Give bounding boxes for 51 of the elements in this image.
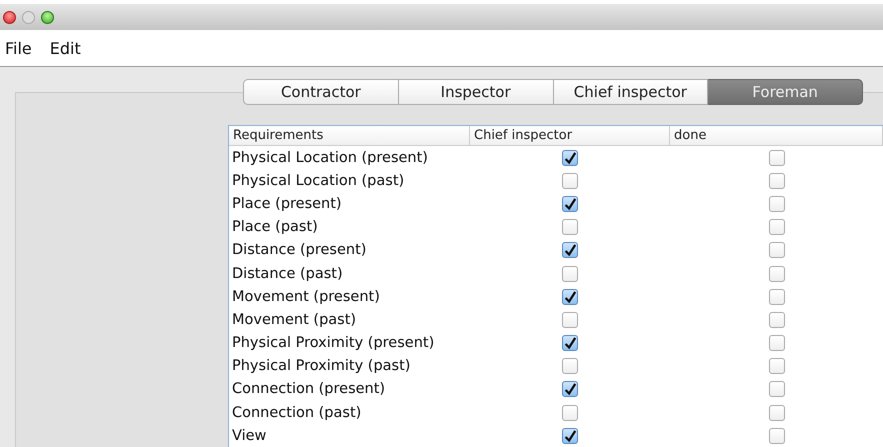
checkbox[interactable] — [562, 404, 578, 421]
table-cell-text: Physical Location (present) — [231, 150, 429, 166]
table-cell-text: Physical Proximity (present) — [231, 335, 436, 352]
checkbox[interactable] — [768, 266, 784, 282]
checkbox[interactable] — [768, 150, 784, 166]
table-cell-text: Connection (present) — [231, 381, 386, 398]
checkbox[interactable] — [562, 196, 578, 212]
tab[interactable]: Foreman — [708, 79, 863, 105]
menu-item[interactable]: Edit — [50, 38, 81, 58]
checkbox[interactable] — [562, 266, 578, 282]
tab[interactable]: Chief inspector — [554, 79, 708, 105]
table-cell-text: View — [231, 428, 268, 444]
column-header[interactable]: Requirements — [229, 126, 470, 145]
checkbox[interactable] — [768, 358, 784, 374]
column-header[interactable]: done — [670, 126, 883, 145]
checkbox[interactable] — [562, 312, 578, 328]
checkbox[interactable] — [562, 150, 578, 166]
checkbox[interactable] — [768, 196, 784, 212]
checkbox[interactable] — [768, 242, 784, 258]
table-cell-text: Connection (past) — [231, 404, 362, 421]
table-cell-text: Place (present) — [231, 196, 343, 212]
checkbox[interactable] — [562, 219, 578, 236]
checkbox[interactable] — [768, 312, 784, 328]
checkbox[interactable] — [768, 404, 784, 421]
zoom-button[interactable] — [41, 10, 54, 24]
table-cell-text: Distance (present) — [231, 242, 368, 258]
menu-item[interactable]: File — [5, 38, 32, 58]
checkbox[interactable] — [768, 381, 784, 398]
checkbox[interactable] — [562, 242, 578, 258]
minimize-button[interactable] — [22, 10, 35, 24]
checkbox[interactable] — [562, 288, 578, 305]
table-cell-text: Distance (past) — [231, 266, 344, 282]
tab[interactable]: Contractor — [243, 79, 399, 105]
close-button[interactable] — [3, 10, 16, 24]
checkbox[interactable] — [768, 219, 784, 236]
table-cell-text: Movement (past) — [231, 312, 358, 328]
checkbox[interactable] — [768, 288, 784, 305]
tab[interactable]: Inspector — [398, 79, 554, 105]
checkbox[interactable] — [562, 335, 578, 352]
checkbox[interactable] — [768, 172, 784, 189]
table-cell-text: Physical Location (past) — [231, 172, 406, 189]
table-cell-text: Place (past) — [231, 219, 319, 236]
checkbox[interactable] — [562, 381, 578, 398]
table-cell-text: Movement (present) — [231, 288, 381, 305]
checkbox[interactable] — [768, 335, 784, 352]
checkbox[interactable] — [562, 358, 578, 374]
checkbox[interactable] — [562, 428, 578, 444]
checkbox[interactable] — [562, 172, 578, 189]
column-header[interactable]: Chief inspector — [470, 126, 670, 145]
checkbox[interactable] — [768, 428, 784, 444]
table-cell-text: Physical Proximity (past) — [231, 358, 412, 374]
